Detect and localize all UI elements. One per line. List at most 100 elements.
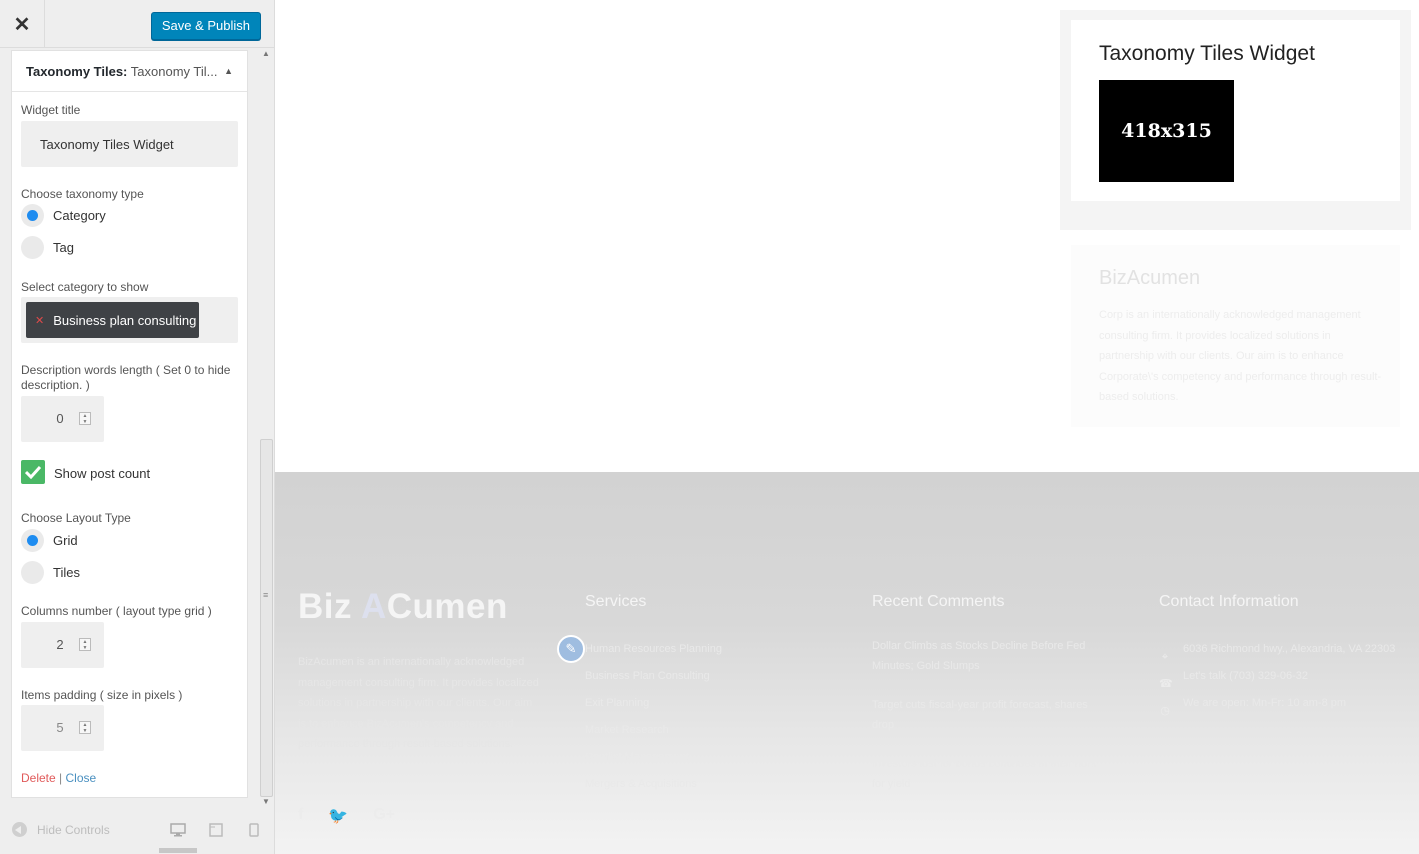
services-list: Human Resources Planning Business Plan C… <box>585 636 722 798</box>
footer-logo-part2: A <box>360 587 387 626</box>
close-customizer-button[interactable]: ✕ <box>0 0 45 48</box>
about-widget-title: BizAcumen <box>1099 267 1201 289</box>
site-footer: Biz ACumen BizAcumen is an international… <box>275 472 1419 854</box>
contact-phone-text: Let's talk (703) 329-06-32 <box>1183 670 1309 682</box>
contact-phone: ☎ Let's talk (703) 329-06-32 <box>1159 663 1395 690</box>
delete-link[interactable]: Delete <box>21 771 56 785</box>
remove-chip-icon[interactable]: ✕ <box>35 314 44 327</box>
desktop-preview-icon[interactable] <box>170 823 186 837</box>
facebook-icon[interactable]: f <box>298 806 303 826</box>
radio-tiles-label: Tiles <box>53 565 80 580</box>
checkmark-icon <box>25 465 41 479</box>
columns-input[interactable]: 2 ▲ ▼ <box>21 622 104 668</box>
service-link[interactable]: Exit Planning <box>585 690 722 717</box>
service-link[interactable]: Market Research <box>585 717 722 744</box>
mobile-preview-icon[interactable] <box>249 823 259 837</box>
contact-hours-text: We are open: Mn-Fr: 10 am-8 pm <box>1183 697 1347 709</box>
layout-type-label: Choose Layout Type <box>21 511 131 525</box>
radio-tag-label: Tag <box>53 240 74 255</box>
tablet-preview-icon[interactable] <box>209 823 223 837</box>
service-link[interactable]: Human Resources Planning <box>585 636 722 663</box>
taxonomy-widget-title: Taxonomy Tiles Widget <box>1099 42 1315 65</box>
services-heading: Services <box>585 593 647 610</box>
taxonomy-tile-image[interactable]: 418x315 <box>1099 80 1234 182</box>
recent-comments-list: Dollar Climbs as Stocks Decline Before F… <box>872 636 1112 813</box>
scrollbar-thumb[interactable]: ≡ <box>260 439 273 797</box>
about-widget-text: Corp is an internationally acknowledged … <box>1099 309 1382 403</box>
phone-icon: ☎ <box>1159 677 1173 690</box>
widget-instance-label: Taxonomy Til... <box>130 63 218 79</box>
taxonomy-tiles-widget: Taxonomy Tiles Widget 418x315 <box>1071 20 1400 201</box>
customizer-panel: ✕ Save & Publish Taxonomy Tiles: Taxonom… <box>0 0 275 854</box>
service-link[interactable]: Business Plan Consulting <box>585 663 722 690</box>
selected-category-chip: ✕ Business plan consulting <box>26 302 199 338</box>
footer-logo-part3: Cumen <box>386 587 508 626</box>
number-spinner-icon[interactable]: ▲ ▼ <box>79 721 91 734</box>
comment-link[interactable]: Target cuts fiscal-year profit forecast,… <box>872 695 1112 735</box>
radio-category-label: Category <box>53 208 106 223</box>
radio-category-dot[interactable] <box>21 204 44 227</box>
scroll-grip-icon: ≡ <box>263 590 269 600</box>
scroll-up-arrow-icon[interactable]: ▲ <box>262 49 270 58</box>
columns-label: Columns number ( layout type grid ) <box>21 604 212 618</box>
show-count-label: Show post count <box>54 466 151 481</box>
category-select[interactable]: ✕ Business plan consulting <box>21 297 238 343</box>
service-link[interactable]: Conflict Management <box>585 744 722 771</box>
footer-logo[interactable]: Biz ACumen <box>298 587 508 627</box>
contact-hours: ◷ We are open: Mn-Fr: 10 am-8 pm <box>1159 690 1395 717</box>
contact-heading: Contact Information <box>1159 593 1299 610</box>
widget-title-label: Widget title <box>21 103 81 117</box>
comment-link[interactable]: Dollar Climbs as Stocks Decline Before F… <box>872 636 1112 676</box>
map-pin-icon: ⌖ <box>1161 650 1169 663</box>
widget-title-input[interactable]: Taxonomy Tiles Widget <box>21 121 238 167</box>
hide-controls-button[interactable]: Hide Controls <box>12 822 110 837</box>
actions-separator: | <box>59 771 63 785</box>
about-widget: BizAcumen Corp is an internationally ack… <box>1071 245 1400 427</box>
twitter-icon[interactable]: 🐦 <box>328 806 348 826</box>
number-spinner-icon[interactable]: ▲ ▼ <box>79 412 91 425</box>
social-links: f 🐦 G+ <box>298 806 395 826</box>
comment-link[interactable]: Investors lust for bonds continues in th… <box>872 754 1112 794</box>
contact-address: ⌖ 6036 Richmond hwy., Alexandria, VA 2230… <box>1159 636 1396 663</box>
recent-comments-heading: Recent Comments <box>872 593 1005 610</box>
active-device-indicator <box>159 848 197 853</box>
widget-type-label: Taxonomy Tiles: <box>26 63 128 79</box>
customizer-header: ✕ Save & Publish <box>0 0 274 48</box>
desc-length-label: Description words length ( Set 0 to hide… <box>21 363 231 392</box>
panel-scrollbar[interactable]: ▲ ≡ ▼ <box>259 48 274 808</box>
widget-form: Taxonomy Tiles: Taxonomy Til... ▲ Widget… <box>11 50 248 798</box>
widget-actions: Delete | Close <box>21 771 96 785</box>
scroll-down-arrow-icon[interactable]: ▼ <box>262 797 270 806</box>
radio-grid-dot[interactable] <box>21 529 44 552</box>
customizer-footer: Hide Controls <box>0 808 274 854</box>
edit-shortcut-pencil-icon[interactable]: ✎ <box>557 635 585 663</box>
collapse-arrow-icon[interactable]: ▲ <box>224 66 233 76</box>
radio-grid-label: Grid <box>53 533 78 548</box>
footer-about-text: BizAcumen is an internationally acknowle… <box>298 656 539 750</box>
radio-tag[interactable]: Tag <box>21 236 74 259</box>
padding-label: Items padding ( size in pixels ) <box>21 688 183 702</box>
desc-length-input[interactable]: 0 ▲ ▼ <box>21 396 104 442</box>
contact-address-text: 6036 Richmond hwy., Alexandria, VA 22303 <box>1183 643 1396 655</box>
save-publish-button[interactable]: Save & Publish <box>150 12 261 40</box>
radio-tag-dot[interactable] <box>21 236 44 259</box>
collapse-sidebar-icon <box>12 822 27 837</box>
hide-controls-label: Hide Controls <box>37 822 110 837</box>
widget-title-value: Taxonomy Tiles Widget <box>40 137 174 152</box>
radio-category[interactable]: Category <box>21 204 106 227</box>
radio-tiles-dot[interactable] <box>21 561 44 584</box>
google-plus-icon[interactable]: G+ <box>373 806 395 826</box>
selected-category-label: Business plan consulting <box>53 312 197 328</box>
number-spinner-icon[interactable]: ▲ ▼ <box>79 638 91 651</box>
radio-tiles[interactable]: Tiles <box>21 561 80 584</box>
widget-header-title: Taxonomy Tiles: Taxonomy Til... <box>26 64 217 79</box>
radio-grid[interactable]: Grid <box>21 529 78 552</box>
service-link[interactable]: Mergers & Acquisitions <box>585 771 722 798</box>
padding-input[interactable]: 5 ▲ ▼ <box>21 705 104 751</box>
category-select-label: Select category to show <box>21 280 149 294</box>
clock-icon: ◷ <box>1160 704 1170 717</box>
close-link[interactable]: Close <box>66 771 97 785</box>
show-count-checkbox[interactable] <box>21 460 45 484</box>
widget-header[interactable]: Taxonomy Tiles: Taxonomy Til... ▲ <box>12 51 247 92</box>
site-preview: Taxonomy Tiles Widget 418x315 BizAcumen … <box>275 0 1419 854</box>
